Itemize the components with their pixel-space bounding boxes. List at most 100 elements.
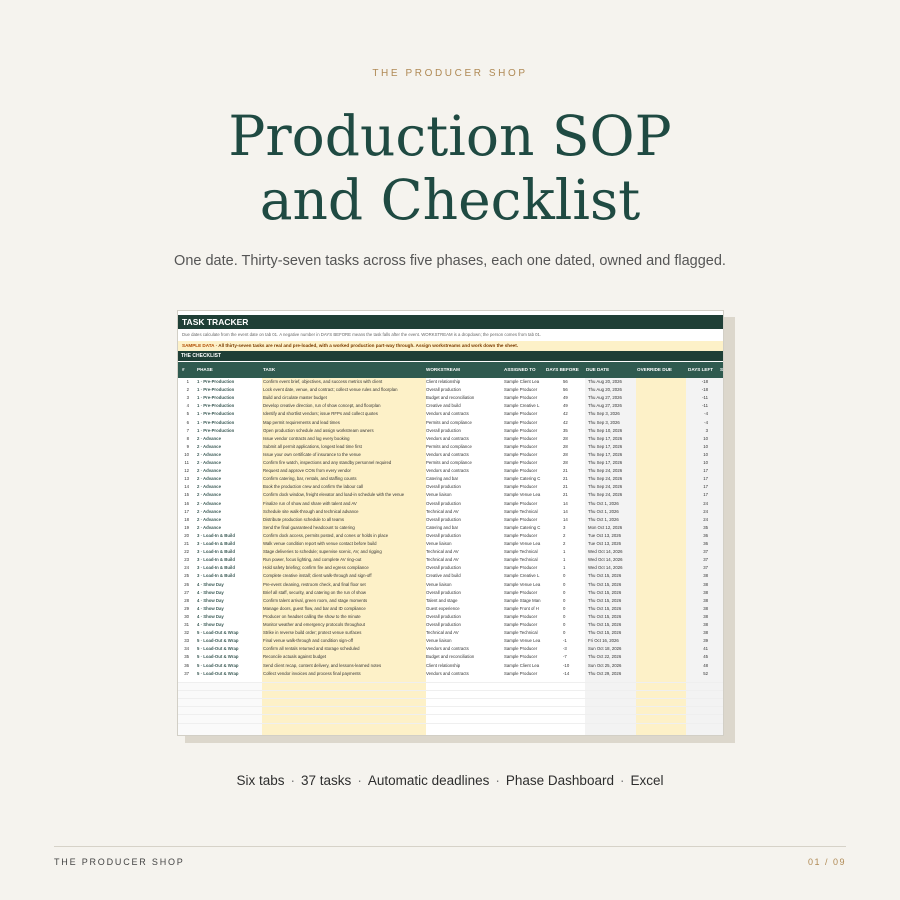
table-row[interactable]: 29 4 · Show Day Manage doors, guest flow, …	[178, 605, 723, 613]
table-row[interactable]: 16 2 · Advance Finalize run of show and sh…	[178, 500, 723, 508]
row-phase: 4 · Show Day	[197, 605, 224, 611]
row-number: 12	[184, 468, 189, 474]
table-row[interactable]: 18 2 · Advance Distribute production sched…	[178, 516, 723, 524]
table-row[interactable]: 35 5 · Load-Out & Wrap Reconcile actuals a…	[178, 653, 723, 661]
table-row[interactable]: 12 2 · Advance Request and approve COIs fr…	[178, 467, 723, 475]
row-number: 28	[184, 597, 189, 603]
row-due-date: Sun Oct 25, 2026	[588, 662, 622, 668]
row-workstream: Overall production	[426, 532, 461, 538]
row-number: 18	[184, 516, 189, 522]
row-assigned: Sample Producer	[504, 613, 538, 619]
row-due-date: Thu Oct 15, 2026	[588, 605, 622, 611]
row-days-before: -14	[563, 670, 570, 676]
row-task: Final venue walk-through and condition s…	[263, 638, 353, 644]
col-header-override: OVERRIDE DUE	[637, 367, 672, 372]
table-row[interactable]: 10 2 · Advance Issue your own certificate …	[178, 451, 723, 459]
row-workstream: Overall production	[426, 613, 461, 619]
row-workstream: Overall production	[426, 516, 461, 522]
table-row[interactable]: 30 4 · Show Day Producer on headset callin…	[178, 613, 723, 621]
row-days-left: 38	[703, 630, 708, 636]
table-row[interactable]: 22 3 · Load-In & Build Stage deliveries to…	[178, 548, 723, 556]
table-row[interactable]: 1 1 · Pre-Production Confirm event brief, …	[178, 378, 723, 386]
table-row[interactable]: 19 2 · Advance Send the final guaranteed h…	[178, 524, 723, 532]
sample-data-text: All thirty-seven tasks are real and pre-…	[218, 343, 519, 348]
row-number: 22	[184, 549, 189, 555]
spreadsheet-preview: TASK TRACKER Due dates calculate from th…	[177, 310, 724, 736]
row-assigned: Sample Producer	[504, 670, 538, 676]
row-task: Confirm event brief, objectives, and suc…	[263, 379, 383, 384]
table-row[interactable]: 4 1 · Pre-Production Develop creative dire…	[178, 402, 723, 410]
table-row[interactable]: 17 2 · Advance Schedule site walk-through …	[178, 508, 723, 516]
row-days-left: 37	[703, 557, 708, 563]
table-row[interactable]: 2 1 · Pre-Production Lock event date, venu…	[178, 386, 723, 394]
row-assigned: Sample Producer	[504, 443, 538, 449]
feature-separator: ·	[495, 773, 500, 788]
table-row[interactable]: 31 4 · Show Day Monitor weather and emerge…	[178, 621, 723, 629]
row-days-left: 10	[703, 451, 708, 457]
row-assigned: Sample Technical	[504, 508, 538, 514]
table-row[interactable]: 11 2 · Advance Confirm fire watch, inspect…	[178, 459, 723, 467]
page-indicator: 01 / 09	[807, 857, 846, 867]
table-row[interactable]: 5 1 · Pre-Production Identify and shortlis…	[178, 410, 723, 418]
row-task: Book the production crew and confirm the…	[263, 484, 364, 490]
row-phase: 3 · Load-In & Build	[197, 541, 235, 546]
table-row[interactable]: 28 4 · Show Day Confirm talent arrival, gr…	[178, 597, 723, 605]
row-number: 33	[184, 638, 189, 644]
row-due-date: Thu Sep 3, 2026	[588, 411, 620, 417]
feature-item: 37 tasks	[301, 773, 352, 788]
table-row[interactable]: 33 5 · Load-Out & Wrap Final venue walk-th…	[178, 637, 723, 645]
table-row[interactable]: 15 2 · Advance Confirm dock window, freigh…	[178, 491, 723, 499]
table-row[interactable]: 25 3 · Load-In & Build Complete creative i…	[178, 572, 723, 580]
row-due-date: Thu Sep 17, 2026	[588, 443, 623, 449]
row-task: Develop creative direction, run of show …	[263, 403, 381, 409]
row-due-date: Thu Aug 27, 2026	[588, 395, 622, 401]
footer-brand: THE PRODUCER SHOP	[54, 857, 185, 867]
table-row[interactable]: 27 4 · Show Day Brief all staff, security,…	[178, 589, 723, 597]
row-assigned: Sample Producer	[504, 484, 538, 490]
table-row[interactable]: 23 3 · Load-In & Build Run power, focus li…	[178, 556, 723, 564]
row-number: 9	[186, 443, 189, 449]
row-days-left: 3	[705, 427, 708, 433]
table-row[interactable]: 13 2 · Advance Confirm catering, bar, rent…	[178, 475, 723, 483]
table-row[interactable]: 7 1 · Pre-Production Open production sched…	[178, 427, 723, 435]
col-header-days-left: DAYS LEFT	[688, 367, 714, 372]
title-line-1: Production SOP	[228, 104, 672, 168]
row-task: Identify and shortlist vendors; issue RF…	[263, 411, 378, 417]
table-row[interactable]: 32 5 · Load-Out & Wrap Strike in reverse b…	[178, 629, 723, 637]
row-due-date: Thu Oct 15, 2026	[588, 630, 622, 636]
row-number: 17	[184, 508, 189, 514]
feature-item: Six tabs	[236, 773, 285, 788]
row-due-date: Mon Oct 12, 2026	[588, 524, 623, 530]
table-row[interactable]: 3 1 · Pre-Production Build and circulate m…	[178, 394, 723, 402]
row-phase: 2 · Advance	[197, 435, 221, 441]
table-row[interactable]: 26 4 · Show Day Pre-event cleaning, restro…	[178, 581, 723, 589]
row-phase: 2 · Advance	[197, 443, 221, 449]
row-number: 5	[186, 411, 189, 417]
table-row[interactable]: 6 1 · Pre-Production Map permit requiremen…	[178, 419, 723, 427]
row-phase: 5 · Load-Out & Wrap	[197, 630, 239, 636]
row-days-left: 10	[703, 460, 708, 465]
row-number: 2	[186, 387, 189, 393]
row-task: Producer on headset calling the show to …	[263, 613, 361, 619]
row-phase: 4 · Show Day	[197, 581, 224, 587]
row-number: 21	[184, 541, 189, 546]
table-row[interactable]: 21 3 · Load-In & Build Walk venue conditio…	[178, 540, 723, 548]
row-days-before: -10	[563, 662, 570, 668]
feature-item: Phase Dashboard	[505, 773, 614, 788]
row-task: Confirm fire watch, inspections and any …	[263, 460, 392, 465]
table-row[interactable]: 14 2 · Advance Book the production crew an…	[178, 483, 723, 491]
row-task: Stage deliveries to schedule; supervise …	[263, 549, 382, 555]
col-header-due-date: DUE DATE	[586, 367, 610, 372]
row-workstream: Overall production	[426, 387, 461, 393]
table-row[interactable]: 34 5 · Load-Out & Wrap Confirm all rentals…	[178, 645, 723, 653]
table-row[interactable]: 9 2 · Advance Submit all permit applicatio…	[178, 443, 723, 451]
row-assigned: Sample Producer	[504, 589, 538, 595]
row-phase: 1 · Pre-Production	[197, 419, 235, 425]
row-assigned: Sample Producer	[504, 427, 538, 433]
row-task: Send the final guaranteed headcount to c…	[263, 524, 355, 530]
table-row[interactable]: 37 5 · Load-Out & Wrap Collect vendor invo…	[178, 670, 723, 678]
table-row[interactable]: 20 3 · Load-In & Build Confirm dock access…	[178, 532, 723, 540]
table-row[interactable]: 8 2 · Advance Issue vendor contracts and l…	[178, 435, 723, 443]
table-row[interactable]: 36 5 · Load-Out & Wrap Send client recap, …	[178, 662, 723, 670]
table-row[interactable]: 24 3 · Load-In & Build Hold safety briefin…	[178, 564, 723, 572]
